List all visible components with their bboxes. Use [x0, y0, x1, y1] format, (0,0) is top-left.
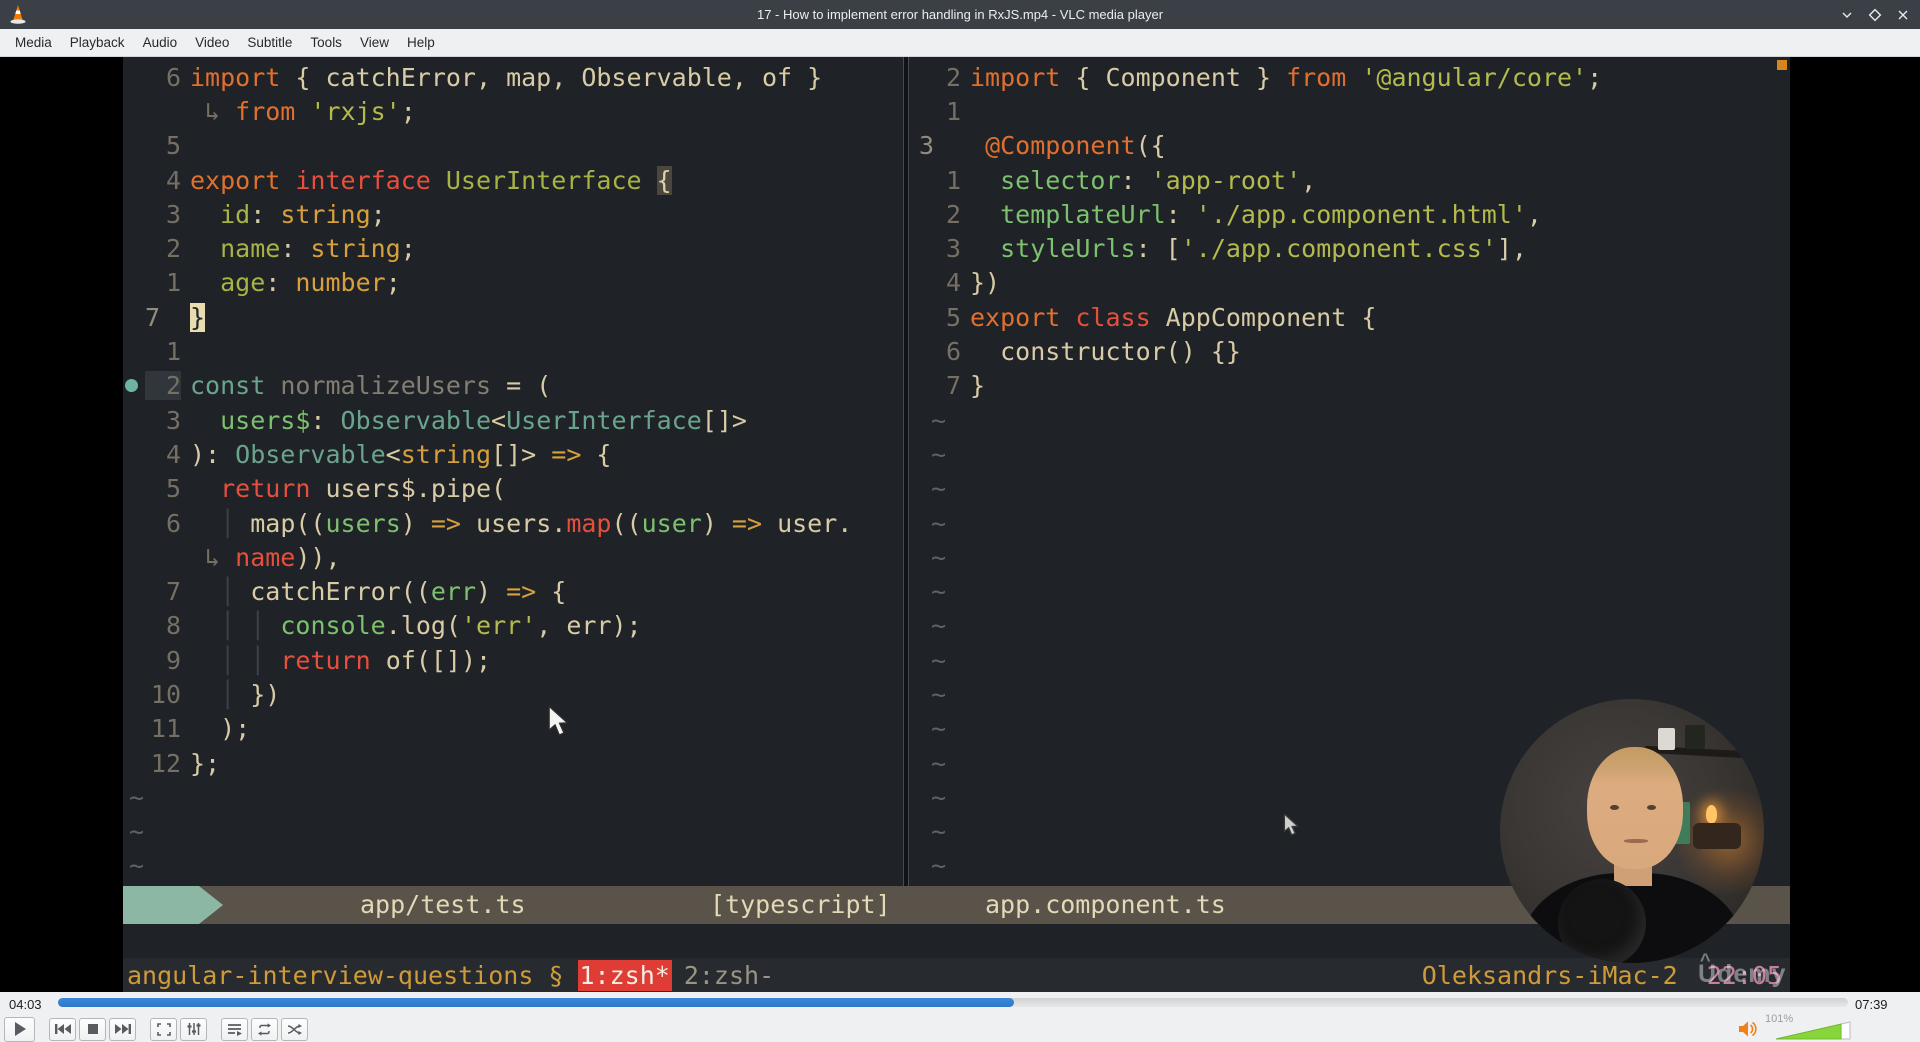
- volume-slider[interactable]: [1775, 1021, 1851, 1040]
- code-line: 1: [945, 96, 961, 126]
- tmux-session-name: angular-interview-questions §: [127, 960, 564, 990]
- webcam-overlay: [1500, 699, 1764, 963]
- menu-item-help[interactable]: Help: [398, 35, 444, 50]
- menu-item-playback[interactable]: Playback: [61, 35, 134, 50]
- elapsed-time: 04:03: [9, 997, 42, 1012]
- mouse-cursor: [1283, 814, 1300, 836]
- menu-item-subtitle[interactable]: Subtitle: [238, 35, 301, 50]
- statusline-filetype: [typescript]: [710, 890, 891, 919]
- code-line: 5: [165, 131, 181, 161]
- code-line: 7}: [145, 302, 206, 332]
- presenter-face: [1587, 746, 1684, 869]
- menu-item-tools[interactable]: Tools: [301, 35, 351, 50]
- fullscreen-button[interactable]: [150, 1017, 177, 1041]
- maximize-button[interactable]: [1866, 6, 1884, 24]
- previous-button[interactable]: [49, 1017, 76, 1041]
- random-button[interactable]: [281, 1017, 308, 1041]
- code-line: 2 name: string;: [165, 234, 416, 264]
- code-line: 6 │ map((users) => users.map((user) => u…: [165, 508, 853, 538]
- candle-holder: [1692, 823, 1741, 850]
- code-line: 2 templateUrl: './app.component.html',: [945, 199, 1542, 229]
- code-line: 4}): [945, 268, 1001, 298]
- empty-line: ~: [931, 405, 947, 435]
- empty-line: ~: [931, 577, 947, 607]
- code-line: 12};: [150, 748, 221, 778]
- playlist-button[interactable]: [221, 1017, 248, 1041]
- terminal-screen: 6 import { catchError, map, Observable, o…: [123, 57, 1790, 992]
- code-line: 9 │ │ return of([]);: [165, 645, 492, 675]
- menu-item-video[interactable]: Video: [186, 35, 238, 50]
- loop-button[interactable]: [251, 1017, 278, 1041]
- code-line: 4): Observable<string[]> => {: [165, 439, 612, 469]
- code-line: 11 );: [150, 714, 251, 744]
- code-line: ↳ name)),: [190, 542, 341, 572]
- close-button[interactable]: [1894, 6, 1912, 24]
- vim-left-pane: 6 import { catchError, map, Observable, o…: [123, 60, 903, 883]
- code-line: 5 return users$.pipe(: [165, 474, 507, 504]
- udemy-caret-icon: ^: [1700, 950, 1712, 970]
- seek-bar-fill: [58, 998, 1014, 1007]
- code-line: ↳ from 'rxjs';: [190, 96, 416, 126]
- code-line: 5 export class AppComponent {: [945, 302, 1377, 332]
- tmux-hostname: Oleksandrs-iMac-2: [1421, 961, 1678, 990]
- empty-line: ~: [931, 474, 947, 504]
- total-time: 07:39: [1855, 997, 1888, 1012]
- title-bar: 17 - How to implement error handling in …: [0, 0, 1920, 29]
- shelf-plant: [1684, 725, 1705, 750]
- empty-line: ~: [931, 542, 947, 572]
- tmux-status-bar: angular-interview-questions § 1:zsh* 2:z…: [123, 958, 1790, 992]
- volume-icon[interactable]: [1738, 1020, 1760, 1038]
- minimize-button[interactable]: [1838, 6, 1856, 24]
- empty-line: ~: [931, 645, 947, 675]
- code-line: 1 age: number;: [165, 268, 401, 298]
- statusline-filename-right: app.component.ts: [985, 890, 1226, 919]
- code-line: 1 selector: 'app-root',: [945, 165, 1317, 195]
- code-line: 4 export interface UserInterface {: [165, 165, 672, 195]
- code-line: 7 │ catchError((err) => {: [165, 577, 567, 607]
- cup: [1658, 728, 1676, 751]
- empty-line: ~: [129, 782, 145, 812]
- empty-line: ~: [931, 508, 947, 538]
- code-line: 10 │ }): [150, 679, 281, 709]
- code-line: 2 const normalizeUsers = (: [123, 369, 903, 403]
- candle-flame: [1705, 804, 1717, 823]
- menu-bar: Media Playback Audio Video Subtitle Tools View…: [0, 29, 1920, 57]
- vlc-control-panel: 04:03 07:39 101%: [0, 992, 1920, 1042]
- menu-item-audio[interactable]: Audio: [134, 35, 187, 50]
- recorded-mouse-cursor: [548, 706, 570, 737]
- tmux-active-window: 1:zsh*: [577, 959, 672, 991]
- menu-item-media[interactable]: Media: [6, 35, 61, 50]
- change-sign-icon: [125, 379, 138, 393]
- code-line: 3 @Component({: [919, 131, 1166, 161]
- code-line: 6 import { catchError, map, Observable, o…: [165, 62, 823, 92]
- microphone-icon: [1558, 878, 1647, 963]
- code-line: 3 id: string;: [165, 199, 386, 229]
- scroll-marker: [1777, 60, 1787, 70]
- code-line: 3 users$: Observable<UserInterface[]>: [165, 405, 747, 435]
- stop-button[interactable]: [79, 1017, 106, 1041]
- statusline-filename-left: app/test.ts: [360, 890, 526, 919]
- code-line: 8 │ │ console.log('err', err);: [165, 611, 642, 641]
- menu-item-view[interactable]: View: [351, 35, 398, 50]
- video-area[interactable]: 6 import { catchError, map, Observable, o…: [0, 57, 1920, 992]
- statusline-mode-segment: [123, 886, 223, 924]
- code-line: 6 constructor() {}: [945, 337, 1241, 367]
- next-button[interactable]: [109, 1017, 136, 1041]
- empty-line: ~: [129, 851, 145, 881]
- code-line: 2 import { Component } from '@angular/cor…: [945, 62, 1603, 92]
- extended-settings-button[interactable]: [180, 1017, 207, 1041]
- empty-line: ~: [129, 817, 145, 847]
- play-button[interactable]: [4, 1016, 35, 1042]
- code-line: 3 styleUrls: ['./app.component.css'],: [945, 234, 1527, 264]
- code-line: 7}: [945, 371, 986, 401]
- window-title: 17 - How to implement error handling in …: [756, 7, 1164, 22]
- code-line: 1: [165, 337, 181, 367]
- seek-bar[interactable]: [58, 998, 1848, 1007]
- empty-line: ~: [931, 439, 947, 469]
- tmux-last-window: 2:zsh-: [683, 960, 775, 990]
- udemy-watermark: ^ Udemy: [1698, 950, 1787, 988]
- empty-line: ~: [931, 611, 947, 641]
